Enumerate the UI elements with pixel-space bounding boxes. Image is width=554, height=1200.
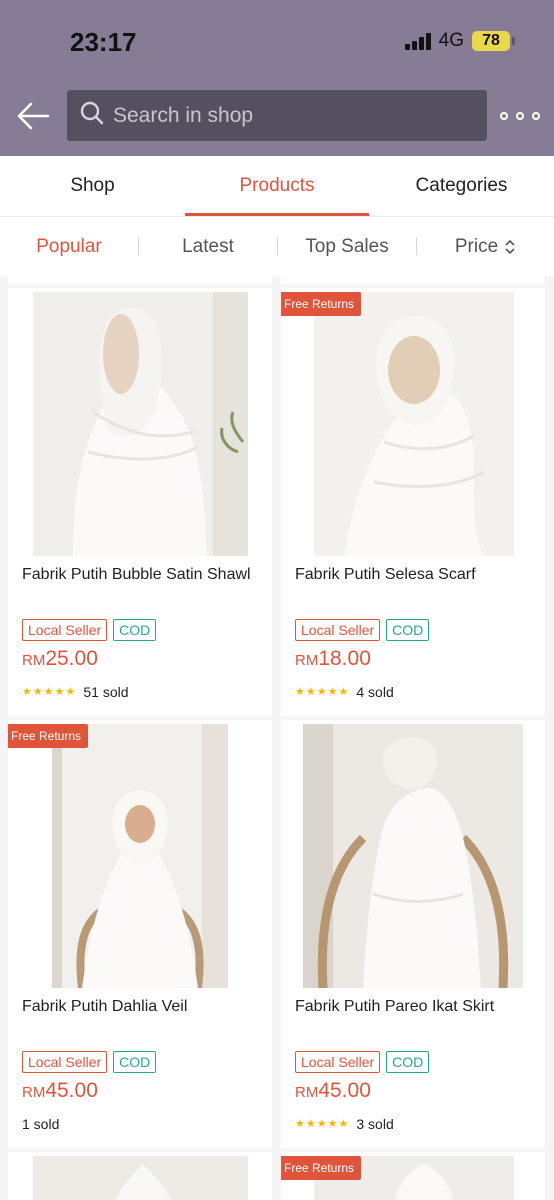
star-icon: ★ [316, 686, 327, 698]
product-card-stub [8, 276, 272, 284]
cod-tag: COD [386, 1051, 430, 1073]
product-name: Fabrik Putih Selesa Scarf [295, 566, 476, 583]
product-card[interactable]: Free Returns Fabrik Putih Dahlia Veil Lo… [8, 720, 272, 1148]
sort-filters: Popular Latest Top Sales Price [0, 217, 554, 276]
rating-stars: ★ ★ ★ ★ ★ [295, 686, 348, 698]
product-card[interactable]: Free Returns [281, 1152, 545, 1200]
filter-top-sales[interactable]: Top Sales [278, 217, 416, 276]
price-amount: 25.00 [45, 647, 98, 670]
search-icon [79, 100, 105, 131]
star-icon: ★ [338, 1118, 349, 1130]
product-card-stub [281, 276, 545, 284]
star-icon: ★ [22, 686, 32, 698]
filter-popular[interactable]: Popular [0, 217, 138, 276]
product-meta: ★ ★ ★ ★ ★ 4 sold [295, 684, 394, 700]
active-tab-indicator [185, 213, 369, 216]
star-icon: ★ [295, 686, 305, 698]
filter-latest[interactable]: Latest [139, 217, 277, 276]
price-currency: RM [295, 1084, 319, 1101]
local-seller-tag: Local Seller [22, 619, 108, 641]
product-price: RM45.00 [295, 1079, 371, 1103]
product-card[interactable]: Fabrik Putih Bubble Satin Shawl Local Se… [8, 288, 272, 716]
product-card[interactable] [8, 1152, 272, 1200]
sold-count: 1 sold [22, 1116, 60, 1132]
product-tags: Local Seller COD [295, 1051, 430, 1073]
product-card[interactable]: Fabrik Putih Pareo Ikat Skirt Local Sell… [281, 720, 545, 1148]
price-amount: 45.00 [45, 1079, 98, 1102]
rating-stars: ★ ★ ★ ★ ★ [295, 1118, 348, 1130]
network-type: 4G [438, 30, 464, 51]
product-image [303, 724, 523, 989]
price-currency: RM [22, 1084, 46, 1101]
shop-tabs: Shop Products Categories [0, 156, 554, 217]
signal-icon [404, 32, 431, 50]
product-name: Fabrik Putih Pareo Ikat Skirt [295, 998, 495, 1015]
local-seller-tag: Local Seller [295, 1051, 381, 1073]
back-arrow-icon[interactable] [14, 96, 54, 136]
product-tags: Local Seller COD [22, 619, 157, 641]
star-icon: ★ [305, 686, 316, 698]
price-amount: 18.00 [318, 647, 371, 670]
product-image [314, 292, 529, 556]
search-input[interactable] [113, 103, 473, 128]
product-meta: ★ ★ ★ ★ ★ 3 sold [295, 1116, 394, 1132]
product-name: Fabrik Putih Dahlia Veil [22, 998, 188, 1015]
search-bar[interactable] [67, 90, 487, 141]
product-meta: ★ ★ ★ ★ ★ 51 sold [22, 684, 129, 700]
product-price: RM25.00 [22, 647, 98, 671]
star-icon: ★ [32, 686, 43, 698]
battery-icon: 78 [472, 31, 515, 51]
free-returns-badge: Free Returns [8, 724, 89, 748]
product-price: RM18.00 [295, 647, 371, 671]
price-currency: RM [22, 652, 46, 669]
star-icon: ★ [295, 1118, 305, 1130]
status-time: 23:17 [70, 27, 137, 57]
status-icons: 4G 78 [404, 30, 515, 52]
cod-tag: COD [113, 619, 157, 641]
sold-count: 51 sold [83, 684, 129, 700]
local-seller-tag: Local Seller [22, 1051, 108, 1073]
free-returns-badge: Free Returns [281, 1156, 362, 1180]
shop-header: 23:17 4G 78 [0, 0, 554, 156]
star-icon: ★ [327, 686, 338, 698]
product-name: Fabrik Putih Bubble Satin Shawl [22, 566, 251, 583]
star-icon: ★ [43, 686, 54, 698]
product-price: RM45.00 [22, 1079, 98, 1103]
product-tags: Local Seller COD [22, 1051, 157, 1073]
free-returns-badge: Free Returns [281, 292, 362, 316]
sold-count: 4 sold [356, 684, 394, 700]
local-seller-tag: Local Seller [295, 619, 381, 641]
product-image [52, 724, 228, 989]
star-icon: ★ [305, 1118, 316, 1130]
product-tags: Local Seller COD [295, 619, 430, 641]
filter-price-label: Price [454, 235, 499, 257]
star-icon: ★ [65, 686, 76, 698]
filter-price[interactable]: Price [417, 217, 554, 276]
battery-level: 78 [482, 32, 500, 49]
product-meta: 1 sold [22, 1116, 59, 1132]
price-currency: RM [295, 652, 319, 669]
price-amount: 45.00 [318, 1079, 371, 1102]
more-options-icon[interactable] [500, 102, 540, 130]
sort-updown-icon [504, 238, 516, 256]
cod-tag: COD [386, 619, 430, 641]
tab-categories[interactable]: Categories [369, 156, 554, 216]
rating-stars: ★ ★ ★ ★ ★ [22, 686, 75, 698]
sold-count: 3 sold [356, 1116, 394, 1132]
product-image [33, 1156, 248, 1200]
product-image [33, 292, 248, 556]
star-icon: ★ [327, 1118, 338, 1130]
product-card[interactable]: Free Returns Fabrik Putih Selesa Scarf L… [281, 288, 545, 716]
star-icon: ★ [316, 1118, 327, 1130]
cod-tag: COD [113, 1051, 157, 1073]
tab-products[interactable]: Products [185, 156, 369, 216]
star-icon: ★ [338, 686, 349, 698]
tab-shop[interactable]: Shop [0, 156, 185, 216]
star-icon: ★ [54, 686, 65, 698]
